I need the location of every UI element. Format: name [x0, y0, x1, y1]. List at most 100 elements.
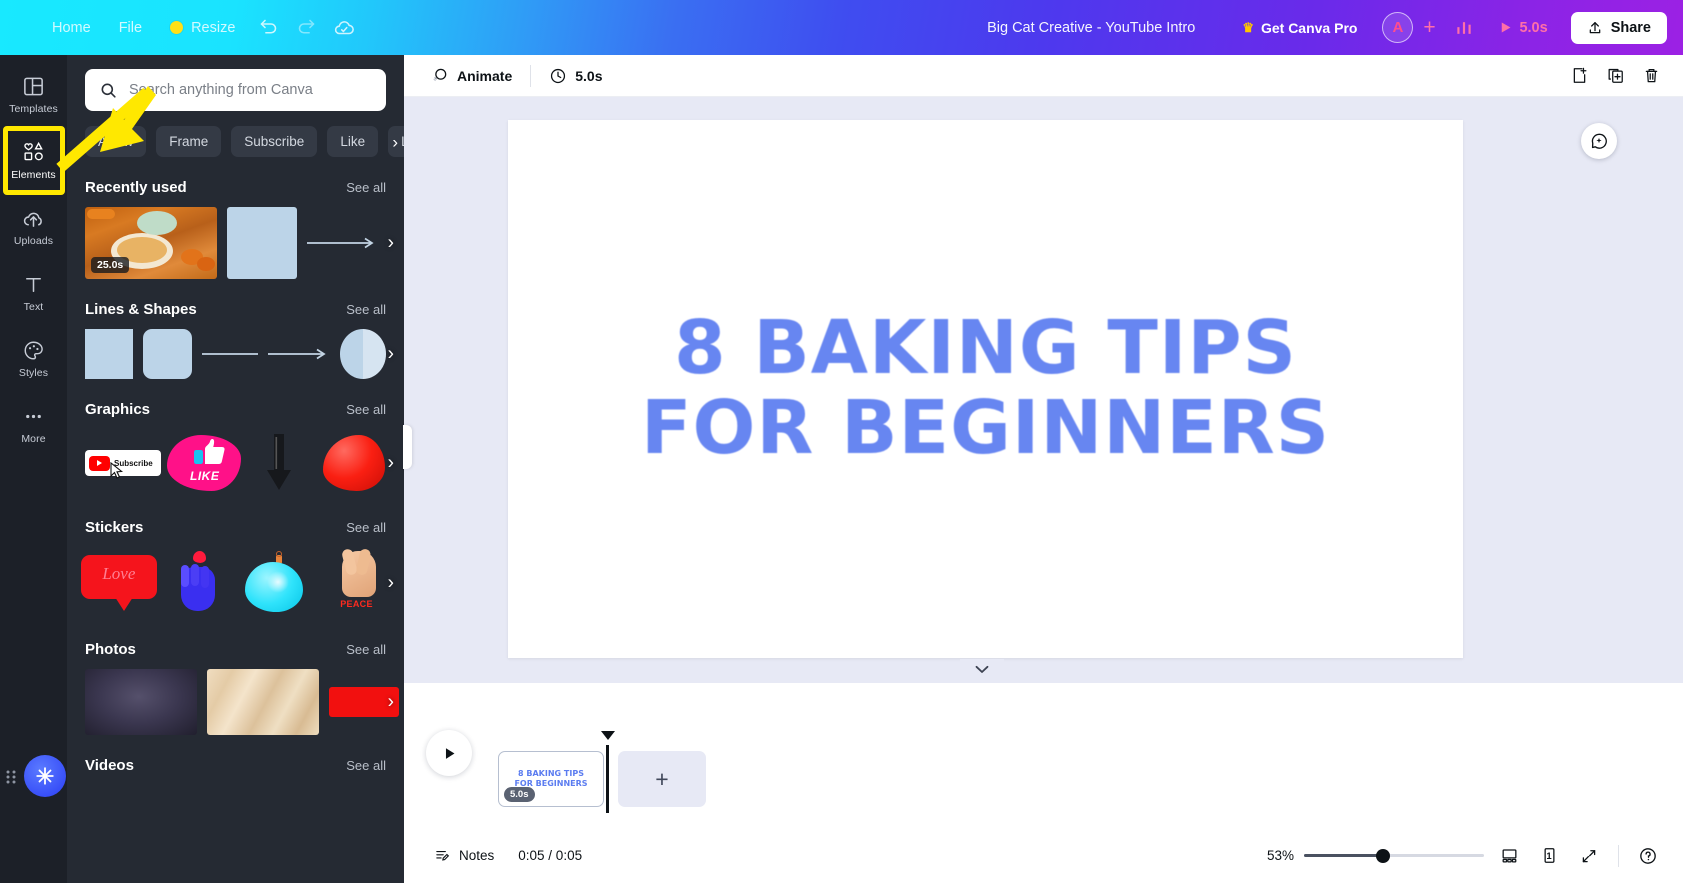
lines-shapes-next-button[interactable]: › — [388, 345, 394, 364]
timeline-add-page-button[interactable]: + — [618, 751, 706, 807]
sidebar-item-uploads[interactable]: Uploads — [4, 197, 64, 254]
graphic-heart[interactable] — [321, 429, 386, 497]
recently-used-shape-thumb[interactable] — [227, 207, 297, 279]
cloud-sync-button[interactable] — [325, 11, 363, 45]
undo-button[interactable] — [249, 11, 287, 45]
shape-arrow[interactable] — [267, 348, 330, 360]
share-button[interactable]: Share — [1570, 11, 1667, 44]
page-thumbnail-text: 8 BAKING TIPS FOR BEGINNERS — [514, 769, 588, 788]
section-header-recently-used: Recently used See all — [85, 179, 386, 196]
pro-label: Get Canva Pro — [1260, 19, 1358, 36]
sidebar-item-styles[interactable]: Styles — [4, 329, 64, 386]
tag-subscribe[interactable]: Subscribe — [231, 126, 318, 157]
grid-view-button[interactable] — [1494, 842, 1524, 870]
timeline-playhead-marker[interactable] — [601, 731, 615, 740]
photo-chalkboard[interactable] — [85, 669, 197, 735]
sidebar-item-elements[interactable]: Elements — [4, 131, 64, 188]
down-arrow-icon — [266, 434, 291, 490]
page-thumbnail-1[interactable]: 8 BAKING TIPS FOR BEGINNERS 5.0s — [498, 751, 604, 807]
page-duration-button[interactable]: 5.0s — [539, 61, 612, 91]
avatar[interactable]: A — [1382, 12, 1414, 43]
sidebar-item-more[interactable]: More — [4, 395, 64, 452]
get-canva-pro-button[interactable]: ♛ Get Canva Pro — [1231, 13, 1368, 43]
shape-circle[interactable] — [339, 329, 386, 379]
cursor-icon — [110, 462, 124, 479]
preview-play-button[interactable]: 5.0s — [1489, 14, 1556, 42]
grid-view-icon — [1502, 849, 1516, 863]
page-timeline: 8 BAKING TIPS FOR BEGINNERS 5.0s + — [404, 683, 1683, 828]
floating-assistant-button[interactable] — [24, 755, 66, 797]
recently-used-video-thumb[interactable]: 25.0s — [85, 207, 217, 279]
tag-like[interactable]: Like — [327, 126, 379, 157]
fullscreen-button[interactable] — [1574, 842, 1604, 870]
canvas-collapse-chevron[interactable] — [960, 659, 1004, 679]
recently-used-next-button[interactable]: › — [388, 234, 394, 253]
see-all-photos[interactable]: See all — [346, 642, 386, 657]
see-all-recently-used[interactable]: See all — [346, 180, 386, 195]
zoom-slider-knob[interactable] — [1376, 848, 1390, 863]
help-button[interactable] — [1633, 842, 1663, 870]
photo-crumpled-paper[interactable] — [207, 669, 319, 735]
add-collaborator-button[interactable]: + — [1415, 13, 1443, 43]
magic-ai-button[interactable] — [1581, 123, 1617, 159]
sticker-love-bubble[interactable]: Love — [80, 547, 157, 619]
page-count-button[interactable]: 1 — [1534, 842, 1564, 870]
page-thumbnail-duration: 5.0s — [504, 787, 535, 802]
drag-handle-dots[interactable] — [4, 768, 18, 791]
sidebar-item-templates[interactable]: Templates — [4, 65, 64, 122]
see-all-lines-shapes[interactable]: See all — [346, 302, 386, 317]
sidebar-label-styles: Styles — [18, 367, 49, 379]
analytics-button[interactable] — [1445, 11, 1483, 45]
tags-next-button[interactable]: › — [392, 133, 398, 150]
delete-page-button[interactable] — [1635, 61, 1667, 91]
duplicate-page-button[interactable] — [1599, 61, 1631, 91]
zoom-slider[interactable] — [1304, 847, 1484, 865]
redo-button[interactable] — [287, 11, 325, 45]
sticker-finger-heart[interactable] — [163, 547, 231, 619]
graphics-next-button[interactable]: › — [388, 454, 394, 473]
elements-panel: Search anything from Canva Arrow Frame S… — [67, 55, 404, 883]
styles-icon — [22, 338, 45, 362]
resize-button[interactable]: Resize — [156, 14, 249, 42]
templates-icon — [22, 74, 45, 98]
notes-button[interactable]: Notes — [424, 841, 504, 870]
stickers-next-button[interactable]: › — [388, 574, 394, 593]
recently-used-line-thumb[interactable] — [307, 207, 386, 279]
zoom-percent-label: 53% — [1266, 848, 1294, 863]
shape-rounded-square[interactable] — [143, 329, 192, 379]
sticker-ornament[interactable] — [241, 547, 309, 619]
shape-line[interactable] — [201, 351, 258, 357]
graphic-like[interactable]: LIKE — [166, 429, 241, 497]
see-all-stickers[interactable]: See all — [346, 520, 386, 535]
search-row: Search anything from Canva — [85, 55, 386, 111]
design-page[interactable]: 8 BAKING TIPS FOR BEGINNERS — [508, 120, 1463, 658]
timeline-play-button[interactable] — [426, 730, 472, 776]
graphic-arrow-down[interactable] — [246, 429, 311, 497]
sticker-peace-hand[interactable]: PEACE — [318, 547, 386, 619]
section-header-lines-shapes: Lines & Shapes See all — [85, 301, 386, 318]
canvas-toolbar: Animate 5.0s — [404, 55, 1683, 97]
animate-button[interactable]: Animate — [420, 60, 522, 91]
home-menu-button[interactable]: Home — [38, 14, 105, 42]
animate-icon — [433, 68, 447, 82]
section-header-stickers: Stickers See all — [85, 519, 386, 536]
file-label: File — [118, 19, 143, 36]
sidebar-item-text[interactable]: Text — [4, 263, 64, 320]
chevron-down-icon — [975, 665, 989, 673]
thumbs-up-icon — [194, 439, 225, 464]
tag-arrow[interactable]: Arrow — [85, 126, 147, 157]
see-all-graphics[interactable]: See all — [346, 402, 386, 417]
shape-square[interactable] — [85, 329, 134, 379]
section-header-graphics: Graphics See all — [85, 401, 386, 418]
search-input[interactable]: Search anything from Canva — [85, 69, 386, 111]
photos-next-button[interactable]: › — [388, 693, 394, 712]
add-page-button[interactable] — [1563, 61, 1595, 91]
document-title[interactable]: Big Cat Creative - YouTube Intro — [975, 14, 1207, 42]
tag-frame[interactable]: Frame — [156, 126, 222, 157]
graphic-subscribe-button[interactable]: Subscribe — [85, 429, 161, 497]
page-duration-label: 5.0s — [575, 67, 603, 84]
animate-label: Animate — [457, 67, 513, 84]
collapse-panel-handle[interactable] — [403, 425, 412, 469]
see-all-videos[interactable]: See all — [346, 758, 386, 773]
file-menu-button[interactable]: File — [105, 14, 156, 42]
